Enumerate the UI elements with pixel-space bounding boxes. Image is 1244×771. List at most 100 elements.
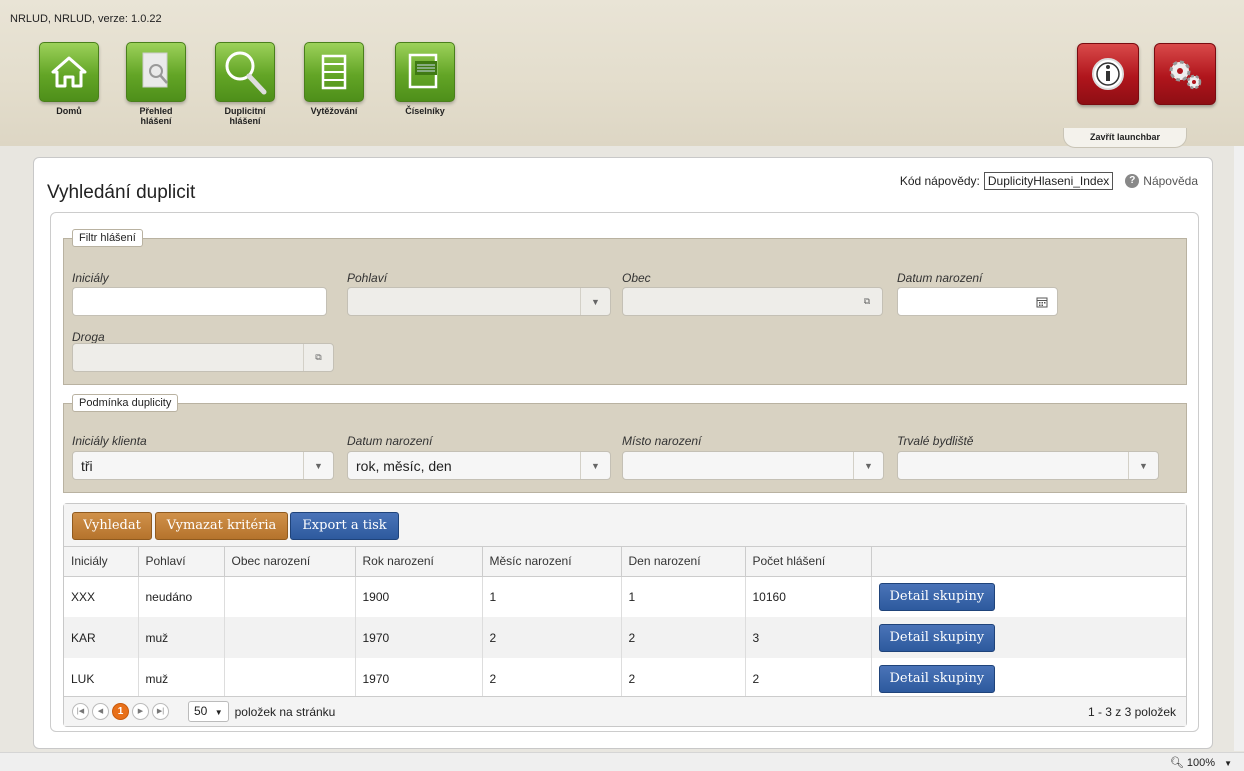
condition-initials-value: tři	[81, 457, 93, 474]
chevron-down-icon[interactable]: ▼	[1128, 452, 1158, 479]
col-header-report-count[interactable]: Počet hlášení	[745, 547, 872, 577]
chevron-down-icon: ▼	[1224, 759, 1232, 768]
vertical-scrollbar[interactable]	[1234, 146, 1244, 751]
cell-initials: XXX	[64, 576, 139, 617]
detail-group-button[interactable]: Detail skupiny	[878, 582, 996, 611]
table-row: XXX neudáno 1900 1 1 10160 Detail skupin…	[64, 576, 1186, 617]
cell-birth-day: 1	[621, 576, 746, 617]
col-header-birth-year[interactable]: Rok narození	[355, 547, 483, 577]
cell-actions: Detail skupiny	[871, 617, 1186, 658]
page-size-label: položek na stránku	[234, 704, 336, 719]
results-grid: Vyhledat Vymazat kritéria Export a tisk …	[63, 503, 1187, 727]
magnifier-icon	[215, 42, 275, 102]
filter-municipality-input[interactable]: ⧉	[622, 287, 883, 316]
page-size-value: 50	[194, 704, 208, 718]
first-page-icon[interactable]: |◀	[72, 703, 89, 720]
clear-criteria-button[interactable]: Vymazat kritéria	[155, 512, 288, 540]
condition-birthplace-label: Místo narození	[622, 434, 702, 448]
previous-page-icon[interactable]: ◀	[92, 703, 109, 720]
page-button-current[interactable]: 1	[112, 703, 129, 720]
col-header-birth-month[interactable]: Měsíc narození	[482, 547, 622, 577]
results-table: Iniciály Pohlaví Obec narození Rok naroz…	[64, 547, 1186, 699]
cell-birth-month: 2	[482, 617, 622, 658]
chevron-down-icon[interactable]: ▼	[580, 288, 610, 315]
filter-birthdate-input[interactable]	[897, 287, 1058, 316]
main-panel: Vyhledání duplicit Kód nápovědy: Duplici…	[33, 157, 1213, 749]
launch-codebooks[interactable]: Číselníky	[394, 42, 456, 116]
cell-gender: neudáno	[138, 576, 225, 617]
chevron-down-icon[interactable]: ▼	[580, 452, 610, 479]
col-header-gender[interactable]: Pohlaví	[138, 547, 225, 577]
cell-report-count: 10160	[745, 576, 872, 617]
launch-home-label: Domů	[56, 106, 82, 116]
content-box: Filtr hlášení Iniciály Pohlaví ▼ Obec ⧉ …	[50, 212, 1199, 732]
launch-codebooks-label: Číselníky	[405, 106, 445, 116]
cell-municipality	[224, 658, 356, 699]
col-header-birth-day[interactable]: Den narození	[621, 547, 746, 577]
table-row: LUK muž 1970 2 2 2 Detail skupiny	[64, 658, 1186, 699]
cell-birth-day: 2	[621, 658, 746, 699]
pager: |◀ ◀ 1 ▶ ▶| 50 ▼ položek na stránku 1 - …	[64, 696, 1186, 726]
chevron-down-icon[interactable]: ▼	[303, 452, 333, 479]
lookup-icon[interactable]: ⧉	[303, 344, 333, 371]
cell-birth-month: 2	[482, 658, 622, 699]
help-link[interactable]: ? Nápověda	[1125, 174, 1198, 188]
help-code-value: DuplicityHlaseni_Index	[983, 172, 1114, 190]
lookup-icon[interactable]: ⧉	[852, 288, 882, 315]
condition-fieldset: Podmínka duplicity Iniciály klienta tři …	[63, 394, 1187, 493]
filter-gender-label: Pohlaví	[347, 271, 388, 285]
app-title: NRLUD, NRLUD, verze: 1.0.22	[10, 13, 162, 25]
pager-summary: 1 - 3 z 3 položek	[1087, 704, 1176, 719]
zoom-control[interactable]: 🔍︎ 100% ▼	[1170, 756, 1232, 769]
help-link-label: Nápověda	[1143, 174, 1198, 188]
settings-gears-icon[interactable]	[1154, 43, 1216, 105]
col-header-municipality[interactable]: Obec narození	[224, 547, 356, 577]
condition-residence-label: Trvalé bydliště	[897, 434, 974, 448]
export-print-button[interactable]: Export a tisk	[290, 512, 399, 540]
detail-group-button[interactable]: Detail skupiny	[878, 664, 996, 693]
home-icon	[39, 42, 99, 102]
cell-birth-year: 1970	[355, 658, 483, 699]
condition-initials-label: Iniciály klienta	[72, 434, 147, 448]
condition-legend: Podmínka duplicity	[72, 394, 179, 412]
launch-mining[interactable]: Vytěžování	[303, 42, 365, 116]
cell-initials: KAR	[64, 617, 139, 658]
launch-home[interactable]: Domů	[38, 42, 100, 116]
launchbar: NRLUD, NRLUD, verze: 1.0.22 Domů Přehled…	[0, 0, 1244, 148]
last-page-icon[interactable]: ▶|	[152, 703, 169, 720]
cell-report-count: 2	[745, 658, 872, 699]
cell-initials: LUK	[64, 658, 139, 699]
document-search-icon	[126, 42, 186, 102]
condition-birthdate-select[interactable]: rok, měsíc, den ▼	[347, 451, 611, 480]
condition-residence-select[interactable]: ▼	[897, 451, 1159, 480]
launch-duplicates-label: Duplicitní hlášení	[224, 106, 266, 126]
cell-birth-year: 1900	[355, 576, 483, 617]
help-icon: ?	[1125, 174, 1140, 188]
detail-group-button[interactable]: Detail skupiny	[878, 623, 996, 652]
help-code-label: Kód nápovědy:	[899, 174, 980, 188]
condition-initials-select[interactable]: tři ▼	[72, 451, 334, 480]
launch-report-overview[interactable]: Přehled hlášení	[125, 42, 187, 126]
col-header-actions	[871, 547, 1186, 577]
cell-municipality	[224, 576, 356, 617]
filter-drug-label: Droga	[72, 330, 105, 344]
filter-drug-input[interactable]: ⧉	[72, 343, 334, 372]
col-header-initials[interactable]: Iniciály	[64, 547, 139, 577]
next-page-icon[interactable]: ▶	[132, 703, 149, 720]
search-button[interactable]: Vyhledat	[72, 512, 152, 540]
cell-report-count: 3	[745, 617, 872, 658]
table-header-row: Iniciály Pohlaví Obec narození Rok naroz…	[64, 547, 1186, 577]
page-size-select[interactable]: 50 ▼	[188, 701, 229, 722]
close-launchbar-button[interactable]: Zavřít launchbar	[1063, 128, 1187, 148]
filter-fieldset: Filtr hlášení Iniciály Pohlaví ▼ Obec ⧉ …	[63, 229, 1187, 385]
launch-duplicates[interactable]: Duplicitní hlášení	[214, 42, 276, 126]
filter-gender-select[interactable]: ▼	[347, 287, 611, 316]
info-icon[interactable]	[1077, 43, 1139, 105]
codebook-icon	[395, 42, 455, 102]
chevron-down-icon[interactable]: ▼	[853, 452, 883, 479]
condition-birthplace-select[interactable]: ▼	[622, 451, 884, 480]
cell-gender: muž	[138, 617, 225, 658]
launch-mining-label: Vytěžování	[310, 106, 358, 116]
calendar-icon[interactable]	[1027, 288, 1057, 315]
filter-initials-input[interactable]	[72, 287, 327, 316]
